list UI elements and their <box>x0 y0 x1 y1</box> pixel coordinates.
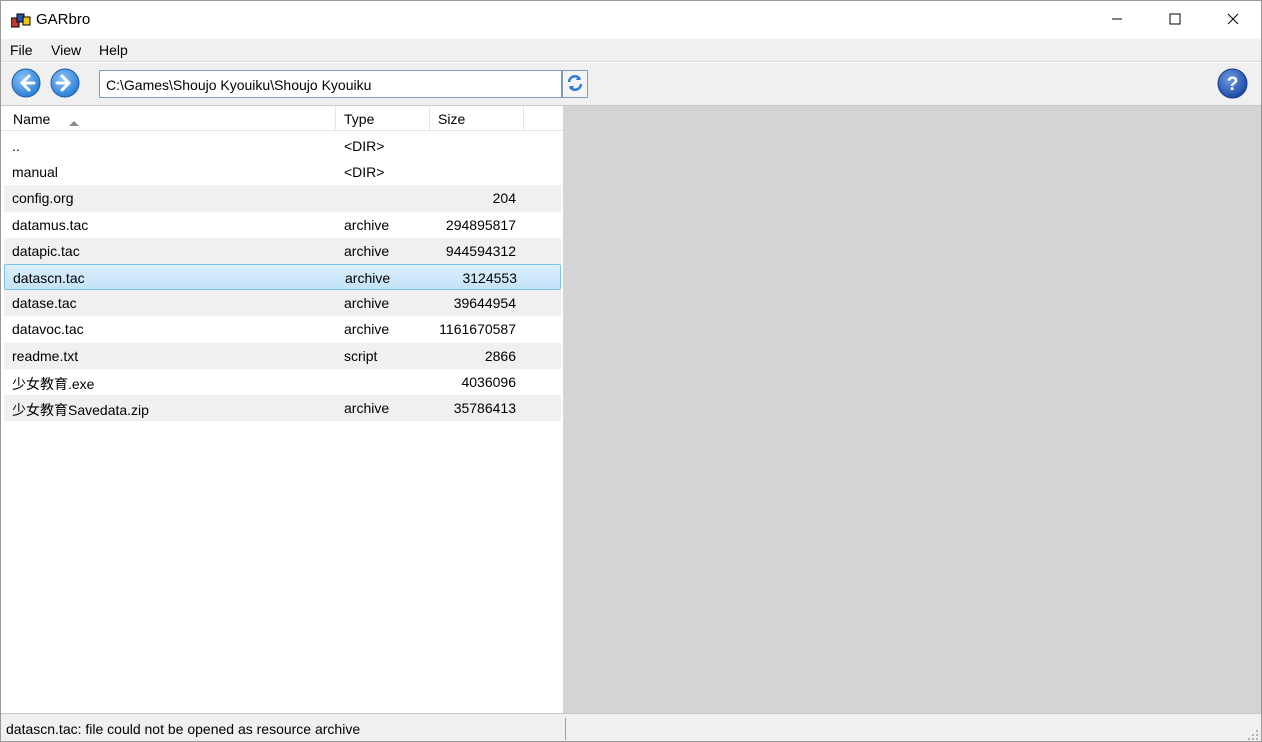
file-type: <DIR> <box>344 164 385 181</box>
garbro-app-icon <box>10 12 31 28</box>
file-type: <DIR> <box>344 138 385 154</box>
file-type: archive <box>344 295 390 312</box>
maximize-button[interactable] <box>1146 1 1204 39</box>
file-size: 4036096 <box>461 373 516 390</box>
file-list[interactable]: Name Type Size .. <DIR> manual <DIR> con… <box>1 106 563 713</box>
file-row[interactable]: datamus.tac archive 294895817 <box>4 212 561 238</box>
file-row[interactable]: manual <DIR> <box>4 159 561 185</box>
column-type-label: Type <box>344 111 375 127</box>
resize-grip-icon[interactable] <box>1247 728 1259 740</box>
toolbar: C:\Games\Shoujo Kyouiku\Shoujo Kyouiku ? <box>1 63 1261 106</box>
file-name: datavoc.tac <box>12 321 84 338</box>
file-size: 3124553 <box>462 269 517 286</box>
file-name: 少女教育.exe <box>12 375 95 392</box>
file-name: datapic.tac <box>12 242 80 259</box>
file-row[interactable]: datapic.tac archive 944594312 <box>4 237 561 264</box>
refresh-icon <box>566 74 584 95</box>
column-header-size[interactable]: Size <box>430 106 524 131</box>
file-type: archive <box>344 399 390 416</box>
path-input[interactable]: C:\Games\Shoujo Kyouiku\Shoujo Kyouiku <box>99 70 562 98</box>
close-icon <box>1227 12 1239 28</box>
status-bar: datascn.tac: file could not be opened as… <box>1 713 1261 741</box>
file-name: 少女教育Savedata.zip <box>12 401 149 418</box>
status-separator <box>565 718 566 740</box>
minimize-icon <box>1111 12 1123 28</box>
minimize-button[interactable] <box>1088 1 1146 39</box>
title-bar[interactable]: GARbro <box>1 1 1261 39</box>
menu-file[interactable]: File <box>10 42 33 58</box>
preview-pane <box>563 106 1261 713</box>
file-name: readme.txt <box>12 347 79 364</box>
file-size: 35786413 <box>453 399 516 416</box>
help-button[interactable]: ? <box>1217 68 1248 99</box>
file-type: archive <box>344 321 390 338</box>
file-row[interactable]: datase.tac archive 39644954 <box>4 290 561 317</box>
file-row[interactable]: .. <DIR> <box>4 133 561 159</box>
file-row[interactable]: config.org 204 <box>4 185 561 212</box>
main-window: GARbro File View Help C:\Games\Shoujo Ky… <box>0 0 1262 742</box>
file-row[interactable]: 少女教育Savedata.zip archive 35786413 <box>4 394 561 422</box>
menu-help[interactable]: Help <box>99 42 128 58</box>
column-header-type[interactable]: Type <box>336 106 430 131</box>
refresh-button[interactable] <box>562 70 588 98</box>
file-size: 1161670587 <box>439 321 516 338</box>
file-name: manual <box>12 164 58 181</box>
column-size-label: Size <box>438 111 466 127</box>
column-header-name[interactable]: Name <box>4 106 336 131</box>
file-row[interactable]: 少女教育.exe 4036096 <box>4 369 561 395</box>
file-name: datamus.tac <box>12 216 89 233</box>
file-rows: .. <DIR> manual <DIR> config.org 204 dat… <box>4 133 561 422</box>
file-size: 39644954 <box>453 295 516 312</box>
file-size: 2866 <box>484 347 516 364</box>
arrow-left-icon <box>11 68 41 101</box>
file-size: 294895817 <box>445 216 516 233</box>
file-name: datase.tac <box>12 295 77 312</box>
file-row[interactable]: datavoc.tac archive 1161670587 <box>4 316 561 342</box>
arrow-right-icon <box>50 68 80 101</box>
file-type: archive <box>345 269 391 286</box>
window-title: GARbro <box>36 11 91 28</box>
maximize-icon <box>1169 12 1181 28</box>
file-name: config.org <box>12 190 74 207</box>
file-type: archive <box>344 216 390 233</box>
list-header: Name Type Size <box>1 106 563 131</box>
file-type: archive <box>344 242 390 259</box>
file-name: datascn.tac <box>13 269 85 286</box>
file-name: .. <box>12 138 20 154</box>
menu-view[interactable]: View <box>51 42 81 58</box>
file-type: script <box>344 347 378 364</box>
status-message: datascn.tac: file could not be opened as… <box>6 721 361 737</box>
sort-ascending-icon <box>68 114 80 130</box>
back-button[interactable] <box>11 68 41 98</box>
close-button[interactable] <box>1204 1 1262 39</box>
svg-text:?: ? <box>1227 74 1239 95</box>
help-icon: ? <box>1217 68 1248 102</box>
file-row[interactable]: readme.txt script 2866 <box>4 342 561 369</box>
file-size: 944594312 <box>445 242 516 259</box>
file-row-selected[interactable]: datascn.tac archive 3124553 <box>4 263 561 291</box>
file-size: 204 <box>492 190 516 207</box>
menu-bar: File View Help <box>1 39 1261 62</box>
column-name-label: Name <box>13 111 51 127</box>
forward-button[interactable] <box>50 68 80 98</box>
